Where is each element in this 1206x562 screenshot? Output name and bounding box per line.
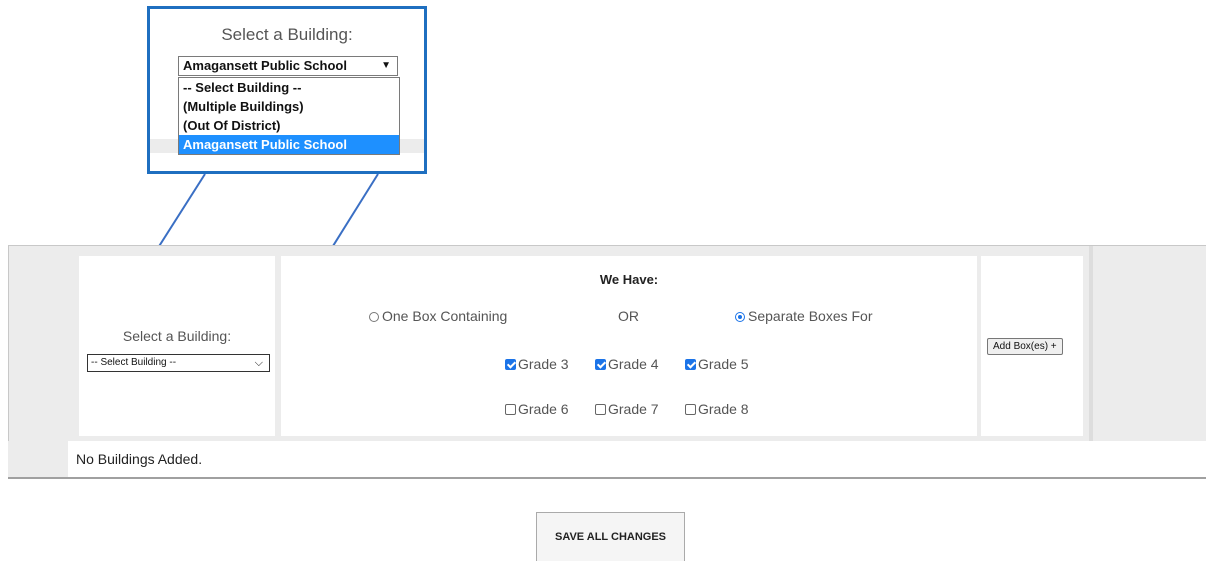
building-cell: Select a Building: -- Select Building --… bbox=[79, 256, 275, 436]
grade-8-checkbox[interactable] bbox=[685, 404, 696, 415]
chevron-down-icon: ⌵ bbox=[254, 357, 263, 369]
add-boxes-button[interactable]: Add Box(es) + bbox=[987, 338, 1063, 355]
checkbox-grade-8[interactable]: Grade 8 bbox=[685, 401, 749, 417]
radio-separate-boxes[interactable]: Separate Boxes For bbox=[735, 308, 873, 324]
grades-cell: We Have: One Box Containing OR Separate … bbox=[281, 256, 977, 436]
radio-separate-boxes-control[interactable] bbox=[735, 312, 745, 322]
checkbox-grade-3[interactable]: Grade 3 bbox=[505, 356, 569, 372]
grade-5-label: Grade 5 bbox=[698, 356, 749, 372]
building-options-list: -- Select Building -- (Multiple Building… bbox=[178, 77, 400, 155]
callout-selected-value: Amagansett Public School bbox=[183, 58, 347, 73]
add-box-cell: Add Box(es) + bbox=[981, 256, 1083, 436]
panel-divider bbox=[1089, 246, 1093, 442]
building-dropdown-callout: Select a Building: Amagansett Public Sch… bbox=[147, 6, 427, 174]
callout-title: Select a Building: bbox=[221, 25, 353, 44]
status-message: No Buildings Added. bbox=[68, 441, 1206, 477]
building-form-panel: Select a Building: -- Select Building --… bbox=[8, 245, 1206, 442]
grade-3-label: Grade 3 bbox=[518, 356, 569, 372]
checkbox-grade-7[interactable]: Grade 7 bbox=[595, 401, 659, 417]
radio-one-box-label: One Box Containing bbox=[382, 308, 508, 324]
grade-7-label: Grade 7 bbox=[608, 401, 659, 417]
radio-one-box-control[interactable] bbox=[369, 312, 379, 322]
building-select-value: -- Select Building -- bbox=[91, 357, 177, 368]
grade-5-checkbox[interactable] bbox=[685, 359, 696, 370]
grade-6-label: Grade 6 bbox=[518, 401, 569, 417]
grade-8-label: Grade 8 bbox=[698, 401, 749, 417]
option-out-of-district[interactable]: (Out Of District) bbox=[179, 116, 399, 135]
grade-6-checkbox[interactable] bbox=[505, 404, 516, 415]
radio-separate-boxes-label: Separate Boxes For bbox=[748, 308, 873, 324]
checkbox-grade-5[interactable]: Grade 5 bbox=[685, 356, 749, 372]
save-all-changes-button[interactable]: SAVE ALL CHANGES bbox=[536, 512, 685, 561]
checkbox-grade-4[interactable]: Grade 4 bbox=[595, 356, 659, 372]
grade-3-checkbox[interactable] bbox=[505, 359, 516, 370]
radio-one-box[interactable]: One Box Containing bbox=[369, 308, 507, 324]
or-text: OR bbox=[618, 308, 639, 324]
grade-7-checkbox[interactable] bbox=[595, 404, 606, 415]
checkbox-grade-6[interactable]: Grade 6 bbox=[505, 401, 569, 417]
option-select-building[interactable]: -- Select Building -- bbox=[179, 78, 399, 97]
we-have-heading: We Have: bbox=[599, 272, 659, 287]
building-select[interactable]: -- Select Building -- ⌵ bbox=[87, 354, 270, 372]
dropdown-arrow-icon: ▼ bbox=[381, 60, 391, 71]
status-row: No Buildings Added. bbox=[8, 441, 1206, 479]
grade-4-checkbox[interactable] bbox=[595, 359, 606, 370]
option-multiple-buildings[interactable]: (Multiple Buildings) bbox=[179, 97, 399, 116]
callout-building-select[interactable]: Amagansett Public School ▼ bbox=[178, 56, 398, 76]
building-label: Select a Building: bbox=[122, 328, 232, 344]
grade-4-label: Grade 4 bbox=[608, 356, 659, 372]
option-amagansett-public-school[interactable]: Amagansett Public School bbox=[179, 135, 399, 154]
